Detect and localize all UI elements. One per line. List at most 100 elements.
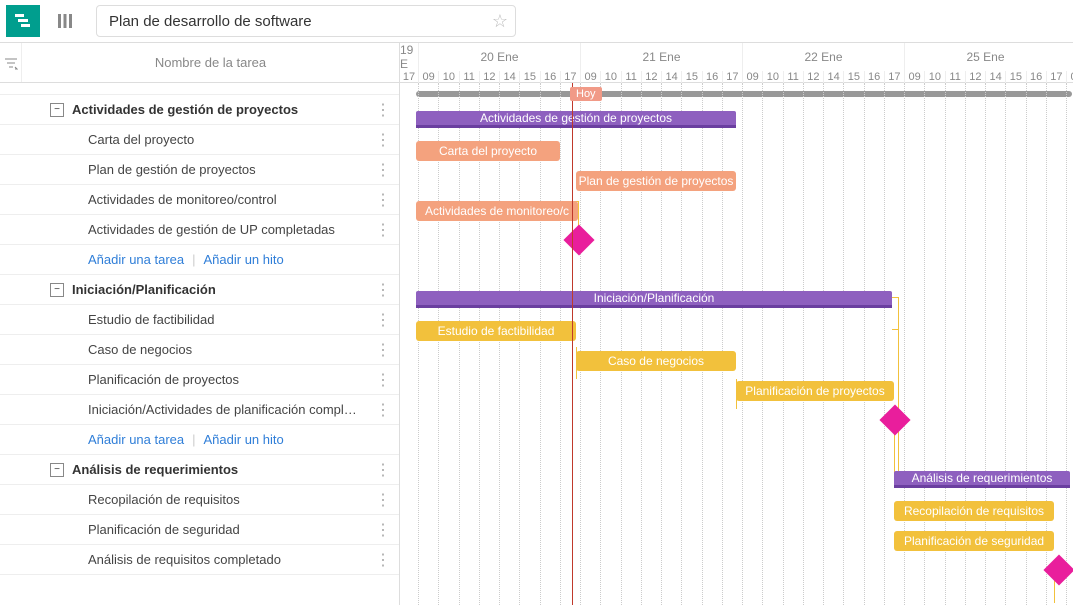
hour-header: 14 xyxy=(823,71,843,83)
milestone[interactable] xyxy=(563,224,594,255)
gantt-icon xyxy=(14,12,32,30)
kebab-icon[interactable]: ⋮ xyxy=(375,520,391,540)
group-label: Actividades de gestión de proyectos xyxy=(72,102,298,117)
task-label: Análisis de requisitos completado xyxy=(88,552,281,567)
hour-header: 15 xyxy=(681,71,701,83)
gantt-bar[interactable]: Planificación de proyectos xyxy=(736,381,894,401)
task-label: Actividades de gestión de UP completadas xyxy=(88,222,335,237)
day-header: 25 Ene xyxy=(904,43,1066,71)
collapse-icon[interactable]: − xyxy=(50,283,64,297)
kebab-icon[interactable]: ⋮ xyxy=(375,100,391,120)
group-row[interactable]: −Análisis de requerimientos⋮ xyxy=(0,455,399,485)
task-label: Actividades de monitoreo/control xyxy=(88,192,277,207)
collapse-icon[interactable]: − xyxy=(50,103,64,117)
hour-header: 17 xyxy=(722,71,742,83)
task-row[interactable]: Análisis de requisitos completado ⋮ xyxy=(0,545,399,575)
hour-header: 12 xyxy=(641,71,661,83)
project-title-input[interactable] xyxy=(96,5,516,37)
kebab-icon[interactable]: ⋮ xyxy=(375,460,391,480)
task-row[interactable]: Plan de gestión de proyectos ⋮ xyxy=(0,155,399,185)
group-row[interactable]: −Iniciación/Planificación⋮ xyxy=(0,275,399,305)
day-header: 21 Ene xyxy=(580,43,742,71)
gantt-bar[interactable]: Estudio de factibilidad xyxy=(416,321,576,341)
hour-header: 16 xyxy=(702,71,722,83)
kebab-icon[interactable]: ⋮ xyxy=(375,550,391,570)
hour-header: 17 xyxy=(400,71,418,83)
task-row[interactable]: Caso de negocios ⋮ xyxy=(0,335,399,365)
column-header-task-name[interactable]: Nombre de la tarea xyxy=(22,55,399,70)
task-label: Plan de gestión de proyectos xyxy=(88,162,256,177)
filter-button[interactable] xyxy=(0,43,22,82)
hour-header: 11 xyxy=(945,71,965,83)
hour-header: 10 xyxy=(600,71,620,83)
kebab-icon[interactable]: ⋮ xyxy=(375,220,391,240)
favorite-star-icon[interactable]: ☆ xyxy=(492,11,508,32)
task-row[interactable]: Carta del proyecto⋮ xyxy=(0,125,399,155)
add-line: Añadir una tarea|Añadir un hito xyxy=(0,425,399,455)
task-label: Caso de negocios xyxy=(88,342,192,357)
kebab-icon[interactable]: ⋮ xyxy=(375,160,391,180)
task-row[interactable]: Iniciación/Actividades de planificación … xyxy=(0,395,399,425)
hour-header: 14 xyxy=(661,71,681,83)
hour-header: 11 xyxy=(783,71,803,83)
gantt-bar[interactable]: Plan de gestión de proyectos xyxy=(576,171,736,191)
hour-header: 17 xyxy=(1046,71,1066,83)
hour-header: 17 xyxy=(884,71,904,83)
kebab-icon[interactable]: ⋮ xyxy=(375,490,391,510)
gantt-view-button[interactable] xyxy=(6,5,40,37)
task-row[interactable]: Planificación de seguridad ⋮ xyxy=(0,515,399,545)
task-label: Planificación de proyectos xyxy=(88,372,239,387)
kebab-icon[interactable]: ⋮ xyxy=(375,340,391,360)
hour-header: 14 xyxy=(499,71,519,83)
filter-icon xyxy=(4,56,18,70)
task-row[interactable]: Estudio de factibilidad ⋮ xyxy=(0,305,399,335)
board-icon xyxy=(56,12,74,30)
hour-header: 09 xyxy=(418,71,438,83)
gantt-bar[interactable]: Actividades de gestión de proyectos xyxy=(416,111,736,128)
milestone[interactable] xyxy=(1043,554,1073,585)
board-view-button[interactable] xyxy=(48,5,82,37)
hour-header: 15 xyxy=(843,71,863,83)
task-label: Iniciación/Actividades de planificación … xyxy=(88,402,357,417)
hour-header: 14 xyxy=(985,71,1005,83)
gantt-bar[interactable]: Iniciación/Planificación xyxy=(416,291,892,308)
collapse-icon[interactable]: − xyxy=(50,463,64,477)
task-row[interactable]: Recopilación de requisitos ⋮ xyxy=(0,485,399,515)
timeline-range[interactable] xyxy=(416,91,1072,97)
task-label: Estudio de factibilidad xyxy=(88,312,214,327)
gantt-bar[interactable]: Caso de negocios xyxy=(576,351,736,371)
kebab-icon[interactable]: ⋮ xyxy=(375,310,391,330)
gantt-bar[interactable]: Carta del proyecto xyxy=(416,141,560,161)
kebab-icon[interactable]: ⋮ xyxy=(375,370,391,390)
task-row[interactable]: Planificación de proyectos ⋮ xyxy=(0,365,399,395)
task-label: Recopilación de requisitos xyxy=(88,492,240,507)
hour-header: 15 xyxy=(519,71,539,83)
hour-header: 11 xyxy=(621,71,641,83)
kebab-icon[interactable]: ⋮ xyxy=(375,130,391,150)
hour-header: 10 xyxy=(438,71,458,83)
gantt-bar[interactable]: Planificación de seguridad xyxy=(894,531,1054,551)
hour-header: 10 xyxy=(924,71,944,83)
hour-header: 15 xyxy=(1005,71,1025,83)
gantt-bar[interactable]: Actividades de monitoreo/c xyxy=(416,201,578,221)
task-label: Planificación de seguridad xyxy=(88,522,240,537)
gantt-bar[interactable]: Recopilación de requisitos xyxy=(894,501,1054,521)
add-task-link[interactable]: Añadir una tarea xyxy=(88,252,184,267)
hour-header: 10 xyxy=(762,71,782,83)
gantt-bar[interactable]: Análisis de requerimientos xyxy=(894,471,1070,488)
hour-header: 09 xyxy=(1066,71,1073,83)
day-header: 20 Ene xyxy=(418,43,580,71)
kebab-icon[interactable]: ⋮ xyxy=(375,280,391,300)
hour-header: 17 xyxy=(560,71,580,83)
day-header: 22 Ene xyxy=(742,43,904,71)
add-milestone-link[interactable]: Añadir un hito xyxy=(204,432,284,447)
group-row[interactable]: −Actividades de gestión de proyectos ⋮ xyxy=(0,95,399,125)
add-milestone-link[interactable]: Añadir un hito xyxy=(204,252,284,267)
hour-header: 16 xyxy=(864,71,884,83)
kebab-icon[interactable]: ⋮ xyxy=(375,400,391,420)
kebab-icon[interactable]: ⋮ xyxy=(375,190,391,210)
task-row[interactable]: Actividades de monitoreo/control ⋮ xyxy=(0,185,399,215)
add-task-link[interactable]: Añadir una tarea xyxy=(88,432,184,447)
task-row[interactable]: Actividades de gestión de UP completadas… xyxy=(0,215,399,245)
day-header: 19 E xyxy=(400,43,418,71)
